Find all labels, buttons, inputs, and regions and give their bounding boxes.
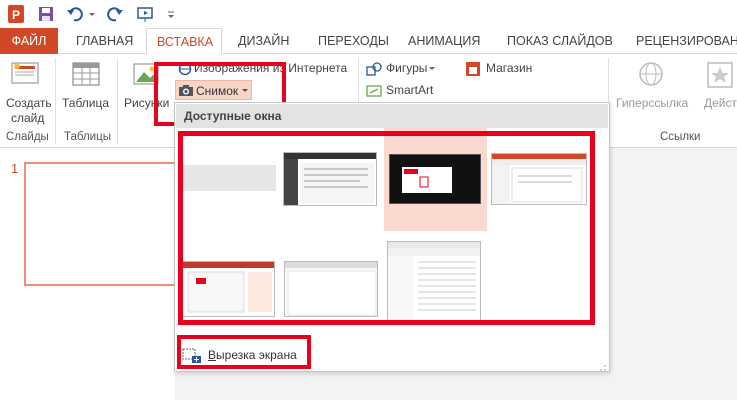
customize-qat-icon[interactable] — [166, 5, 176, 23]
available-windows-label: Доступные окна — [184, 109, 282, 123]
group-separator — [55, 58, 56, 144]
action-icon[interactable] — [706, 60, 734, 90]
slideshow-start-icon[interactable] — [136, 5, 156, 23]
tab-insert[interactable]: ВСТАВКА — [146, 28, 222, 55]
new-slide-label-2[interactable]: слайд — [11, 111, 44, 125]
shapes-icon[interactable] — [366, 62, 382, 76]
tab-design[interactable]: ДИЗАЙН — [238, 28, 289, 54]
redo-icon[interactable] — [106, 5, 124, 23]
windows-highlight-box — [178, 131, 595, 325]
slide-thumbnail-pane: 1 — [0, 148, 179, 400]
store-label[interactable]: Магазин — [486, 61, 532, 75]
group-label-links: Ссылки — [660, 131, 701, 143]
ribbon-tabs: ФАЙЛ ГЛАВНАЯ ВСТАВКА ДИЗАЙН ПЕРЕХОДЫ АНИ… — [0, 28, 737, 55]
powerpoint-logo-icon: P — [8, 5, 24, 23]
slide-thumbnail[interactable] — [24, 162, 179, 286]
chevron-down-icon[interactable] — [428, 62, 436, 74]
table-label[interactable]: Таблица — [62, 96, 109, 110]
dropdown-header: Доступные окна — [176, 104, 608, 128]
smartart-icon[interactable] — [366, 84, 382, 98]
undo-icon[interactable] — [66, 5, 84, 23]
group-label-tables: Таблицы — [64, 131, 111, 143]
svg-text:P: P — [12, 8, 20, 22]
chevron-down-icon[interactable] — [88, 5, 96, 23]
group-separator — [117, 58, 118, 144]
save-icon[interactable] — [38, 5, 54, 23]
tab-animation[interactable]: АНИМАЦИЯ — [408, 28, 480, 54]
shapes-label[interactable]: Фигуры — [386, 61, 427, 75]
tab-file[interactable]: ФАЙЛ — [0, 28, 58, 54]
tab-review[interactable]: РЕЦЕНЗИРОВАНИ — [636, 28, 737, 54]
clipping-highlight-box — [177, 335, 311, 369]
slide-number: 1 — [11, 161, 19, 176]
tab-transitions[interactable]: ПЕРЕХОДЫ — [318, 28, 389, 54]
store-icon[interactable] — [466, 62, 480, 76]
quick-access-toolbar: P — [0, 0, 737, 28]
hyperlink-label[interactable]: Гиперссылка — [616, 96, 688, 110]
table-icon[interactable] — [70, 60, 102, 90]
new-slide-icon[interactable] — [10, 60, 42, 90]
hyperlink-icon[interactable] — [636, 60, 666, 90]
tab-slideshow[interactable]: ПОКАЗ СЛАЙДОВ — [507, 28, 613, 54]
tab-home[interactable]: ГЛАВНАЯ — [76, 28, 133, 54]
group-label-slides: Слайды — [6, 131, 49, 143]
smartart-label[interactable]: SmartArt — [386, 83, 433, 97]
resize-grip-icon[interactable] — [599, 361, 607, 371]
action-label[interactable]: Действи — [704, 96, 737, 110]
new-slide-label-1[interactable]: Создать — [6, 96, 52, 110]
screenshot-dropdown: Доступные окна Вырезка экрана — [174, 102, 610, 372]
